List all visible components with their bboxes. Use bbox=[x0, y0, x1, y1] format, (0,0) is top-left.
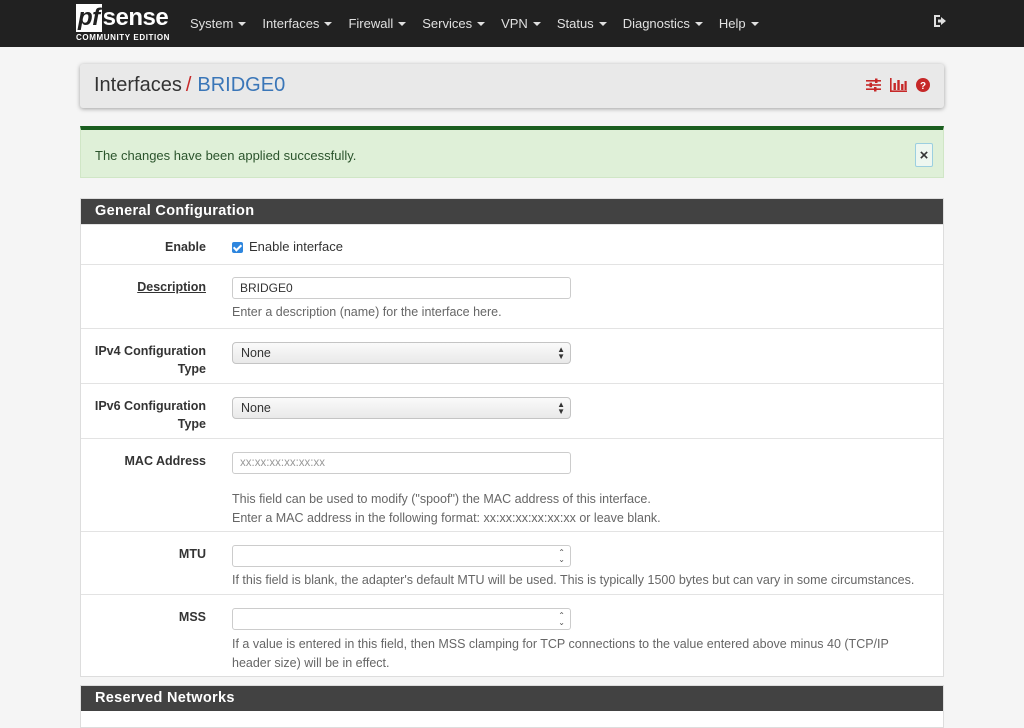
brand-edition: COMMUNITY EDITION bbox=[76, 33, 171, 42]
brand-sense: sense bbox=[102, 4, 169, 31]
description-input[interactable]: BRIDGE0 bbox=[232, 277, 571, 299]
spinner-icon[interactable]: ⌃ ⌄ bbox=[558, 612, 565, 627]
breadcrumb-actions: ? bbox=[866, 78, 930, 95]
description-field: BRIDGE0 Enter a description (name) for t… bbox=[232, 277, 571, 322]
breadcrumb: Interfaces / BRIDGE0 bbox=[94, 74, 285, 97]
mac-label: MAC Address bbox=[124, 454, 207, 468]
description-help: Enter a description (name) for the inter… bbox=[232, 305, 502, 319]
caret-down-icon bbox=[750, 21, 759, 26]
bar-chart-icon[interactable] bbox=[890, 78, 907, 95]
ipv6-type-select[interactable]: None ▲ ▼ bbox=[232, 397, 571, 419]
enable-checkbox[interactable] bbox=[232, 242, 243, 254]
enable-label: Enable bbox=[165, 240, 206, 254]
mac-row: MAC Address xx:xx:xx:xx:xx:xx This field… bbox=[81, 438, 943, 531]
mtu-field: ⌃ ⌄ If this field is blank, the adapter's… bbox=[232, 545, 952, 590]
mss-field: ⌃ ⌄ If a value is entered in this field, … bbox=[232, 608, 932, 673]
mss-label: MSS bbox=[178, 610, 206, 624]
mtu-row: MTU ⌃ ⌄ If this field is blank, the adapt… bbox=[81, 531, 943, 594]
menu-label: Firewall bbox=[348, 16, 394, 31]
description-row: Description BRIDGE0 Enter a description … bbox=[81, 264, 943, 328]
menu-label: System bbox=[190, 16, 234, 31]
close-icon: × bbox=[919, 146, 929, 164]
ipv6-field: None ▲ ▼ bbox=[232, 397, 571, 419]
alert-message: The changes have been applied successful… bbox=[95, 148, 357, 163]
sliders-icon[interactable] bbox=[866, 78, 881, 95]
reserved-networks-panel: Reserved Networks bbox=[80, 685, 944, 728]
ipv4-label: IPv4 Configuration Type bbox=[95, 342, 206, 378]
main-menu: System Interfaces Firewall Services VPN … bbox=[190, 0, 775, 47]
logout-icon[interactable] bbox=[932, 13, 950, 31]
success-alert: The changes have been applied successful… bbox=[80, 126, 944, 178]
top-navbar: pf sense COMMUNITY EDITION System Interfa… bbox=[0, 0, 1024, 47]
ipv4-type-select[interactable]: None ▲ ▼ bbox=[232, 342, 571, 364]
breadcrumb-current[interactable]: BRIDGE0 bbox=[197, 74, 285, 96]
mtu-input[interactable]: ⌃ ⌄ bbox=[232, 545, 571, 567]
close-button[interactable]: × bbox=[915, 143, 933, 167]
ipv6-selected-value: None bbox=[241, 401, 271, 415]
panel-heading: General Configuration bbox=[81, 199, 943, 224]
menu-help[interactable]: Help bbox=[719, 16, 759, 31]
breadcrumb-panel: Interfaces / BRIDGE0 ? bbox=[80, 64, 944, 108]
ipv6-label-line1: IPv6 Configuration bbox=[94, 399, 206, 413]
ipv6-row: IPv6 Configuration Type None ▲ ▼ bbox=[81, 383, 943, 438]
menu-system[interactable]: System bbox=[190, 16, 247, 31]
pfsense-logo[interactable]: pf sense COMMUNITY EDITION bbox=[76, 4, 176, 44]
mss-help-line2: header size) will be in effect. bbox=[232, 656, 390, 670]
menu-vpn[interactable]: VPN bbox=[501, 16, 541, 31]
ipv4-selected-value: None bbox=[241, 346, 271, 360]
mss-input[interactable]: ⌃ ⌄ bbox=[232, 608, 571, 630]
enable-row: Enable Enable interface bbox=[81, 224, 943, 264]
ipv6-label-line2: Type bbox=[177, 417, 206, 431]
caret-down-icon bbox=[324, 21, 333, 26]
caret-down-icon bbox=[532, 21, 541, 26]
spinner-icon[interactable]: ⌃ ⌄ bbox=[558, 549, 565, 564]
ipv4-label-line2: Type bbox=[177, 362, 206, 376]
updown-arrows-icon: ▲ ▼ bbox=[557, 400, 565, 416]
general-configuration-panel: General Configuration Enable Enable inte… bbox=[80, 198, 944, 677]
updown-arrows-icon: ▲ ▼ bbox=[557, 345, 565, 361]
mac-field: xx:xx:xx:xx:xx:xx This field can be used… bbox=[232, 452, 661, 528]
menu-status[interactable]: Status bbox=[557, 16, 607, 31]
caret-down-icon bbox=[398, 21, 407, 26]
help-circle-icon[interactable]: ? bbox=[916, 78, 930, 95]
enable-field: Enable interface bbox=[232, 239, 343, 254]
menu-firewall[interactable]: Firewall bbox=[348, 16, 407, 31]
enable-checkbox-label[interactable]: Enable interface bbox=[249, 239, 343, 254]
ipv6-label: IPv6 Configuration Type bbox=[95, 397, 206, 433]
ipv4-label-line1: IPv4 Configuration bbox=[94, 344, 206, 358]
menu-label: Interfaces bbox=[262, 16, 320, 31]
menu-label: Help bbox=[718, 16, 746, 31]
ipv4-field: None ▲ ▼ bbox=[232, 342, 571, 364]
breadcrumb-separator: / bbox=[185, 74, 192, 96]
mtu-label: MTU bbox=[178, 547, 206, 561]
description-label[interactable]: Description bbox=[137, 278, 206, 296]
mtu-help: If this field is blank, the adapter's de… bbox=[232, 573, 915, 587]
panel-heading: Reserved Networks bbox=[81, 686, 943, 711]
mac-help-line2: Enter a MAC address in the following for… bbox=[232, 511, 661, 525]
mss-row: MSS ⌃ ⌄ If a value is entered in this fie… bbox=[81, 594, 943, 676]
menu-interfaces[interactable]: Interfaces bbox=[262, 16, 333, 31]
menu-label: VPN bbox=[501, 16, 528, 31]
menu-label: Status bbox=[556, 16, 594, 31]
caret-down-icon bbox=[477, 21, 486, 26]
ipv4-row: IPv4 Configuration Type None ▲ ▼ bbox=[81, 328, 943, 383]
caret-down-icon bbox=[694, 21, 703, 26]
mac-help-line1: This field can be used to modify ("spoof… bbox=[232, 492, 651, 506]
menu-diagnostics[interactable]: Diagnostics bbox=[623, 16, 703, 31]
caret-down-icon bbox=[238, 21, 247, 26]
caret-down-icon bbox=[598, 21, 607, 26]
breadcrumb-section[interactable]: Interfaces bbox=[94, 74, 182, 96]
menu-services[interactable]: Services bbox=[422, 16, 486, 31]
mac-address-input[interactable]: xx:xx:xx:xx:xx:xx bbox=[232, 452, 571, 474]
brand-pf: pf bbox=[76, 4, 102, 32]
svg-text:?: ? bbox=[920, 81, 926, 92]
menu-label: Diagnostics bbox=[622, 16, 690, 31]
mss-help-line1: If a value is entered in this field, the… bbox=[232, 637, 889, 651]
menu-label: Services bbox=[422, 16, 473, 31]
brand-wordmark: pf sense bbox=[76, 4, 169, 32]
